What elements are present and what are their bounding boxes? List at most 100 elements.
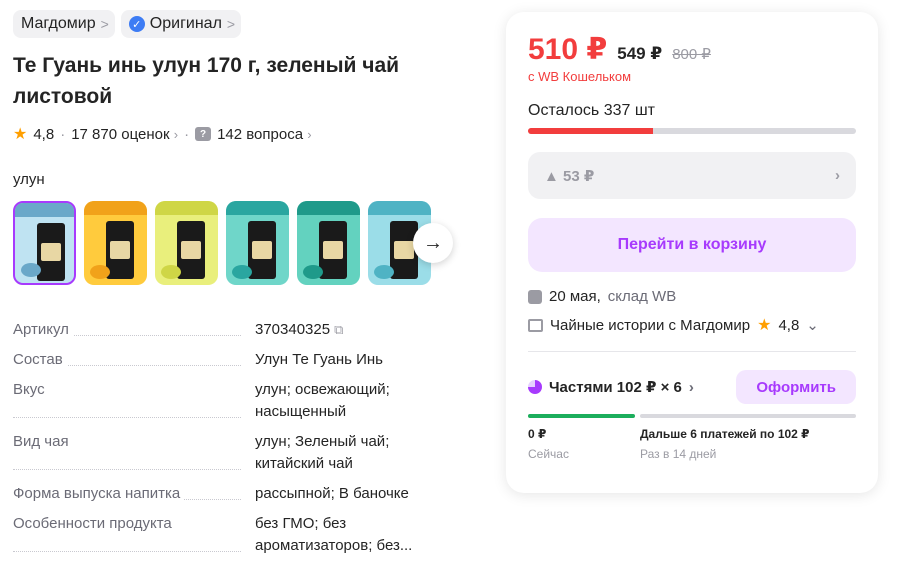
spec-dots (13, 469, 241, 470)
spec-key: Артикул (13, 319, 255, 341)
copy-icon[interactable]: ⧉ (334, 322, 343, 337)
thumbnail-band (297, 201, 360, 215)
later-label: Раз в 14 дней (640, 447, 717, 461)
seller-rating: 4,8 (778, 316, 800, 334)
delivery-place: склад WB (607, 288, 677, 305)
garnish-image (303, 265, 323, 279)
next-arrow-button[interactable]: → (413, 223, 453, 263)
pie-chart-icon (528, 380, 542, 394)
reviews-count: 17 870 оценок (71, 125, 170, 143)
separator-dot: · (184, 125, 190, 143)
spec-row: Артикул 370340325 ⧉ (13, 319, 483, 341)
questions-link[interactable]: 142 вопроса › (217, 126, 312, 143)
spec-key: Вид чая (13, 431, 255, 475)
payment-progress (528, 414, 856, 418)
spec-row: Форма выпуска напитка рассыпной; В баночк… (13, 483, 483, 505)
price-drop-label: ▲ 53 ₽ (544, 167, 595, 185)
star-icon: ★ (13, 126, 28, 143)
shop-icon (528, 318, 543, 332)
chevron-right-icon: > (226, 16, 236, 32)
chevron-right-icon: › (835, 167, 840, 184)
questions-count: 142 вопроса (217, 125, 304, 143)
spec-row: Состав Улун Те Гуань Инь (13, 349, 483, 371)
garnish-image (374, 265, 394, 279)
chevron-down-icon: ⌄ (806, 317, 819, 334)
variant-thumbnail[interactable] (226, 201, 289, 285)
delivery-row: 20 мая, склад WB (528, 288, 856, 305)
product-title: Те Гуань инь улун 170 г, зеленый чай лис… (13, 54, 400, 108)
stock-bar (528, 128, 856, 134)
chevron-right-icon: › (173, 126, 179, 142)
old-price: 800 ₽ (672, 46, 711, 63)
installments-row: Частями 102 ₽ × 6 › Оформить (528, 370, 856, 404)
brand-chip[interactable]: Магдомир > (13, 10, 115, 38)
garnish-image (161, 265, 181, 279)
thumbnail-band (226, 201, 289, 215)
spec-key: Состав (13, 349, 255, 371)
star-icon: ★ (757, 317, 772, 334)
seller-row[interactable]: Чайные истории с Магдомир ★ 4,8 ⌄ (528, 315, 856, 335)
product-info: Магдомир > ✓ Оригинал > Те Гуань инь улу… (13, 10, 483, 564)
rating-value: 4,8 (33, 125, 55, 143)
variant-thumbnails: → (13, 201, 483, 285)
variant-label: улун (13, 171, 45, 188)
rating-row: ★ 4,8 · 17 870 оценок › · ? 142 вопроса … (13, 124, 483, 144)
current-price: 510 ₽ (528, 33, 608, 66)
pack-label-image (110, 241, 130, 259)
pack-label-image (323, 241, 343, 259)
seller-name: Чайные истории с Магдомир (550, 316, 751, 334)
separator-dot: · (60, 125, 66, 143)
thumbnail-band (368, 201, 431, 215)
spec-value: улун; освежающий; насыщенный (255, 381, 390, 420)
original-label: Оригинал (149, 15, 222, 32)
price-no-wallet: 549 ₽ (617, 44, 663, 63)
pack-label-image (252, 241, 272, 259)
garnish-image (21, 263, 41, 277)
spec-value: рассыпной; В баночке (255, 485, 409, 502)
chevron-right-icon: > (100, 16, 109, 32)
spec-dots (13, 417, 241, 418)
spec-value: Улун Те Гуань Инь (255, 351, 383, 368)
spec-row: Особенности продукта без ГМО; без аромати… (13, 513, 483, 557)
question-icon: ? (195, 127, 212, 141)
installments-link[interactable]: Частями 102 ₽ × 6 › (528, 378, 694, 396)
spec-key: Форма выпуска напитка (13, 483, 255, 505)
pack-label-image (41, 243, 61, 261)
check-badge-icon: ✓ (128, 16, 145, 32)
price-drop-button[interactable]: ▲ 53 ₽ › (528, 152, 856, 199)
box-icon (528, 289, 542, 304)
chevron-right-icon: › (688, 378, 694, 396)
delivery-date: 20 мая, (549, 288, 601, 305)
thumbnail-band (155, 201, 218, 215)
original-chip[interactable]: ✓ Оригинал > (120, 10, 242, 38)
thumbnail-band (84, 201, 147, 215)
order-installments-button[interactable]: Оформить (736, 370, 856, 404)
divider (528, 351, 856, 352)
go-to-cart-button[interactable]: Перейти в корзину (528, 218, 856, 272)
payment-bar-now (528, 414, 635, 418)
brand-label: Магдомир (21, 15, 96, 32)
variant-thumbnail[interactable] (297, 201, 360, 285)
garnish-image (90, 265, 110, 279)
spec-key: Особенности продукта (13, 513, 255, 557)
payment-bar-later (640, 414, 856, 418)
spec-dots (13, 551, 241, 552)
now-amount: 0 ₽ (528, 427, 547, 441)
price-row: 510 ₽ 549 ₽ 800 ₽ (528, 32, 856, 67)
spec-key: Вкус (13, 379, 255, 423)
later-amount: Дальше 6 платежей по 102 ₽ (640, 427, 810, 441)
chevron-right-icon: › (307, 126, 312, 142)
variant-thumbnail[interactable] (13, 201, 76, 285)
stock-bar-fill (528, 128, 653, 134)
variant-thumbnail[interactable] (84, 201, 147, 285)
thumbnail-band (15, 203, 74, 217)
variant-thumbnail[interactable] (155, 201, 218, 285)
spec-value: улун; Зеленый чай; китайский чай (255, 433, 390, 472)
spec-value: 370340325 ⧉ (255, 321, 344, 338)
pack-label-image (181, 241, 201, 259)
buy-card: 510 ₽ 549 ₽ 800 ₽ с WB Кошельком Осталос… (506, 12, 878, 493)
spec-row: Вид чая улун; Зеленый чай; китайский чай (13, 431, 483, 475)
wallet-note: с WB Кошельком (528, 69, 632, 84)
pack-label-image (394, 241, 414, 259)
reviews-link[interactable]: 17 870 оценок › (71, 126, 178, 143)
